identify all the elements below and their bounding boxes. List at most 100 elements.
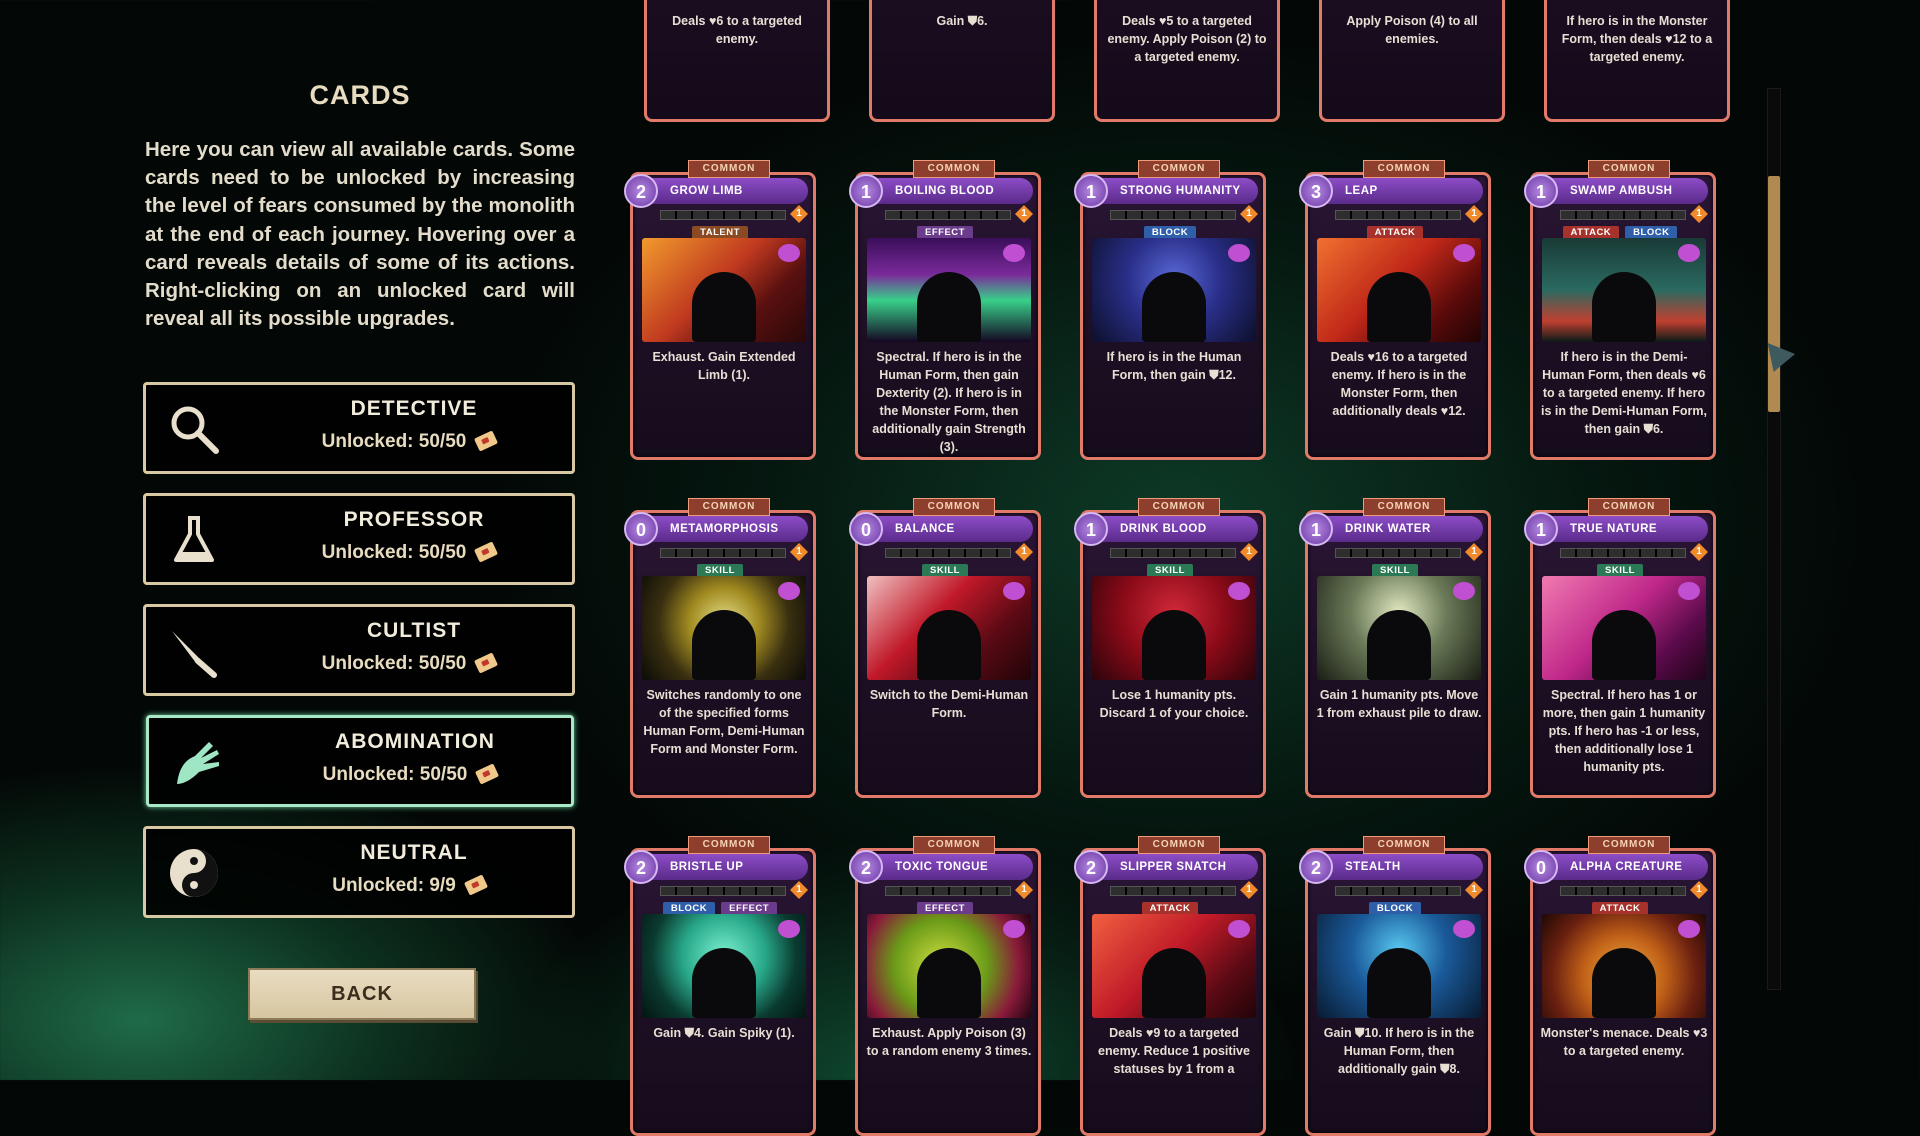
card-types: ATTACK BLOCK [1524, 222, 1716, 240]
category-neutral[interactable]: NEUTRAL Unlocked: 9/9 [143, 826, 575, 918]
brain-icon [778, 244, 800, 262]
flask-icon [174, 516, 214, 562]
card[interactable]: COMMON SLIPPER SNATCH 2 1 ATTACK Deals ♥9 to … [1074, 836, 1266, 1136]
card[interactable]: COMMON BALANCE 0 1 SKILL Switch to the Demi-H… [849, 498, 1041, 798]
card-text: Lose 1 humanity pts. Discard 1 of your c… [1099, 688, 1249, 720]
card-partial[interactable]: If hero is in the Monster Form, then dea… [1544, 0, 1730, 122]
card[interactable]: COMMON LEAP 3 1 ATTACK Deals ♥16 to a targete… [1299, 160, 1491, 460]
yin-yang-icon [170, 849, 218, 897]
card-name: STEALTH [1309, 854, 1483, 880]
ticket-icon [463, 874, 488, 896]
card-name: DRINK BLOOD [1084, 516, 1258, 542]
card-art [642, 238, 806, 342]
brain-icon [1228, 582, 1250, 600]
card-types: BLOCK EFFECT [624, 898, 816, 916]
card-level-bar [885, 548, 1011, 558]
card-rarity: COMMON [1588, 836, 1670, 854]
card[interactable]: COMMON GROW LIMB 2 1 TALENT Exhaust. Gain Ext… [624, 160, 816, 460]
card-level-bar [660, 548, 786, 558]
card-text: Gain ⛊10. If hero is in the Human Form, … [1323, 1026, 1475, 1076]
card[interactable]: COMMON ALPHA CREATURE 0 1 ATTACK Monster's me… [1524, 836, 1716, 1136]
brain-icon [1003, 582, 1025, 600]
card-partial[interactable]: Gain ⛊6. [869, 0, 1055, 122]
card-art-figure [1142, 948, 1206, 1018]
card-rarity: COMMON [688, 498, 770, 516]
card-partial[interactable]: Apply Poison (4) to all enemies. [1319, 0, 1505, 122]
card-types: EFFECT [849, 898, 1041, 916]
card-rarity: COMMON [1588, 498, 1670, 516]
card-art-figure [1592, 272, 1656, 342]
category-name: PROFESSOR [343, 508, 485, 531]
card-cost: 3 [1299, 174, 1333, 208]
card-rarity: COMMON [1138, 498, 1220, 516]
card[interactable]: COMMON TRUE NATURE 1 1 SKILL Spectral. If her… [1524, 498, 1716, 798]
ticket-icon [475, 763, 500, 785]
card[interactable]: COMMON STEALTH 2 1 BLOCK Gain ⛊10. If hero is… [1299, 836, 1491, 1136]
card-art [1542, 576, 1706, 680]
card-text: Switch to the Demi-Human Form. [869, 688, 1029, 720]
card-name: GROW LIMB [634, 178, 808, 204]
card-cost: 1 [1074, 512, 1108, 546]
card-name: LEAP [1309, 178, 1483, 204]
card[interactable]: COMMON STRONG HUMANITY 1 1 BLOCK If hero is i… [1074, 160, 1266, 460]
card-level-bar [1110, 210, 1236, 220]
card-types: SKILL [1524, 560, 1716, 578]
card-rarity: COMMON [913, 160, 995, 178]
card-text: Switches randomly to one of the specifie… [643, 688, 805, 756]
card-art [867, 576, 1031, 680]
card-text: Gain 1 humanity pts. Move 1 from exhaust… [1316, 688, 1482, 720]
card-art [1542, 914, 1706, 1018]
card-rarity: COMMON [1138, 836, 1220, 854]
card-text: If hero is in the Demi-Human Form, then … [1541, 350, 1707, 436]
card-art-figure [692, 948, 756, 1018]
card[interactable]: COMMON BRISTLE UP 2 1 BLOCK EFFECT Gain ⛊4. Ga… [624, 836, 816, 1136]
category-detective[interactable]: DETECTIVE Unlocked: 50/50 [143, 382, 575, 474]
category-abomination[interactable]: ABOMINATION Unlocked: 50/50 [146, 715, 574, 807]
card-art-figure [1142, 610, 1206, 680]
card-cost: 2 [624, 174, 658, 208]
card-text: Spectral. If hero is in the Human Form, … [872, 350, 1026, 454]
card-cost: 1 [1524, 512, 1558, 546]
card[interactable]: COMMON SWAMP AMBUSH 1 1 ATTACK BLOCK If hero i… [1524, 160, 1716, 460]
card-text: Deals ♥16 to a targeted enemy. If hero i… [1330, 350, 1468, 418]
card-text: Deals ♥9 to a targeted enemy. Reduce 1 p… [1098, 1026, 1250, 1076]
category-name: ABOMINATION [335, 730, 495, 753]
card[interactable]: COMMON DRINK WATER 1 1 SKILL Gain 1 humanity … [1299, 498, 1491, 798]
scrollbar-thumb[interactable] [1768, 176, 1780, 412]
card-cost: 2 [1299, 850, 1333, 884]
card-partial[interactable]: Deals ♥5 to a targeted enemy. Apply Pois… [1094, 0, 1280, 122]
card-art [1092, 238, 1256, 342]
card-name: BRISTLE UP [634, 854, 808, 880]
card[interactable]: COMMON DRINK BLOOD 1 1 SKILL Lose 1 humanity … [1074, 498, 1266, 798]
card-rarity: COMMON [688, 160, 770, 178]
back-button[interactable]: BACK [248, 968, 476, 1020]
card[interactable]: COMMON TOXIC TONGUE 2 1 EFFECT Exhaust. Apply… [849, 836, 1041, 1136]
brain-icon [778, 920, 800, 938]
card-art-figure [917, 272, 981, 342]
card-rarity: COMMON [1363, 498, 1445, 516]
unlocked-count: Unlocked: 9/9 [256, 874, 562, 897]
ticket-icon [474, 430, 499, 452]
card-art-figure [1142, 272, 1206, 342]
card-types: BLOCK [1074, 222, 1266, 240]
ticket-icon [474, 652, 499, 674]
card-cost: 2 [1074, 850, 1108, 884]
card-partial[interactable]: Deals ♥6 to a targeted enemy. [644, 0, 830, 122]
card-text: If hero is in the Human Form, then gain … [1106, 350, 1242, 382]
card-art-figure [1367, 948, 1431, 1018]
card-name: BOILING BLOOD [859, 178, 1033, 204]
category-panel: CARDS Here you can view all available ca… [0, 0, 600, 1080]
card-cost: 0 [849, 512, 883, 546]
card-level-bar [1560, 210, 1686, 220]
card-level-bar [660, 886, 786, 896]
category-cultist[interactable]: CULTIST Unlocked: 50/50 [143, 604, 575, 696]
brain-icon [1003, 920, 1025, 938]
brain-icon [1453, 244, 1475, 262]
category-name: DETECTIVE [350, 397, 478, 420]
category-professor[interactable]: PROFESSOR Unlocked: 50/50 [143, 493, 575, 585]
card-art-figure [917, 948, 981, 1018]
card[interactable]: COMMON METAMORPHOSIS 0 1 SKILL Switches rando… [624, 498, 816, 798]
card[interactable]: COMMON BOILING BLOOD 1 1 EFFECT Spectral. If … [849, 160, 1041, 460]
magnifier-icon [171, 406, 219, 454]
card-cost: 1 [1524, 174, 1558, 208]
